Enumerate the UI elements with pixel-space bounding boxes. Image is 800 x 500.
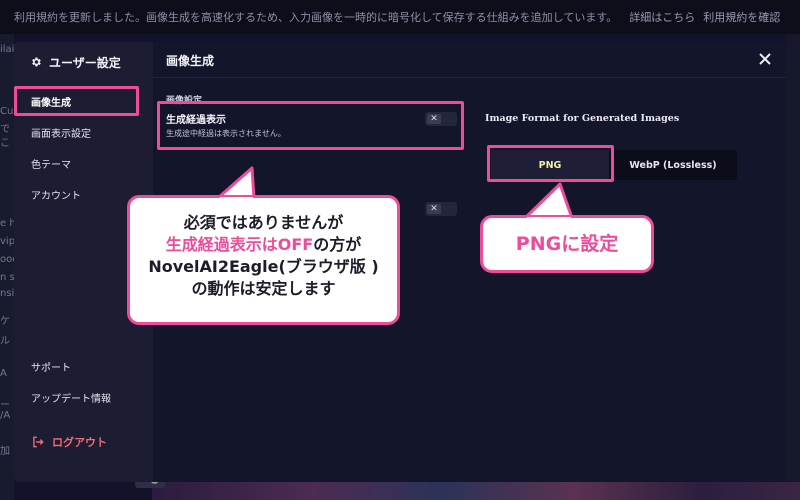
callout-tail-seams xyxy=(220,197,571,222)
